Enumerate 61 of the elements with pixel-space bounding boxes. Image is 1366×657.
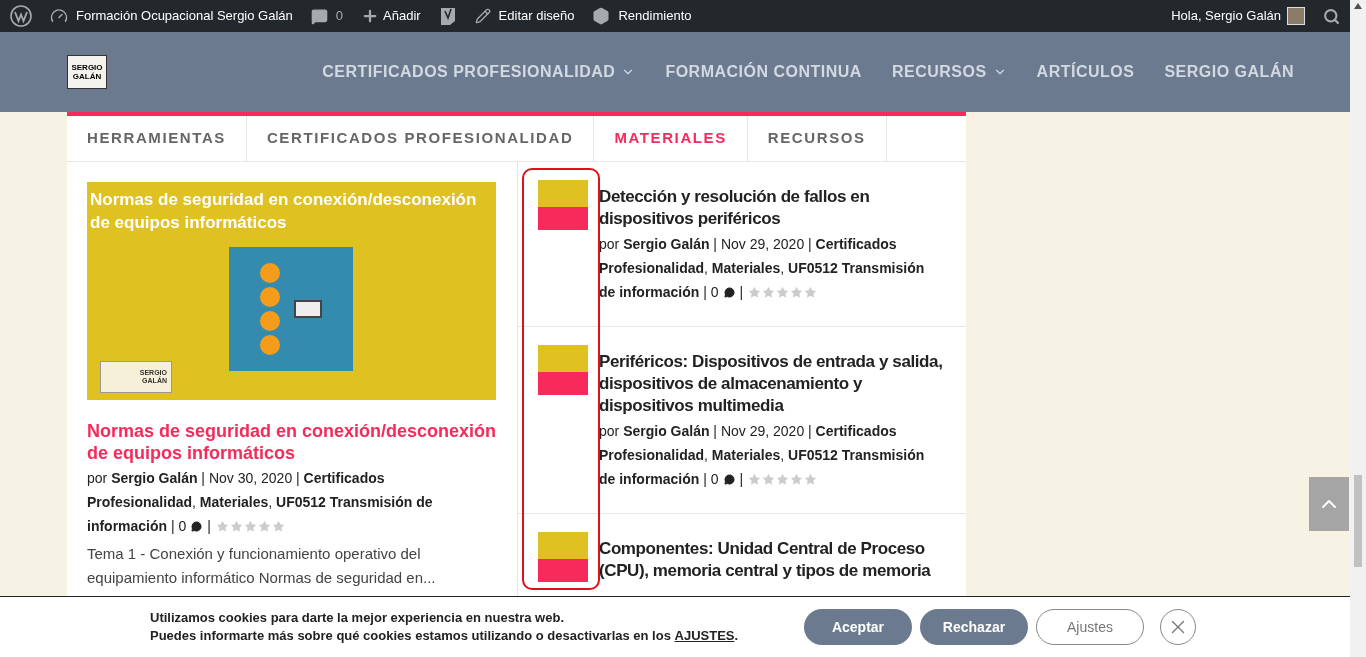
edit-design-link[interactable]: Editar diseño <box>474 6 575 26</box>
new-content-link[interactable]: Añadir <box>361 6 421 26</box>
avatar-placeholder[interactable] <box>1287 7 1305 25</box>
category-tab[interactable]: HERRAMIENTAS <box>67 116 247 161</box>
scrollbar[interactable] <box>1350 0 1366 657</box>
dashboard-gauge-icon <box>50 7 68 25</box>
thumbnail-image[interactable] <box>538 345 588 395</box>
meta-separator: | <box>739 283 744 302</box>
scrollbar-thumb[interactable] <box>1354 475 1362 567</box>
nav-link[interactable]: ARTÍCULOS <box>1036 60 1135 84</box>
search-icon[interactable] <box>1323 7 1340 25</box>
post-meta: información | 0 <box>87 517 187 536</box>
category-tab[interactable]: RECURSOS <box>747 116 887 161</box>
comment-icon <box>723 286 735 298</box>
pencil-icon <box>474 8 491 24</box>
featured-post-title[interactable]: Normas de seguridad en conexión/desconexión de equipos informáticos <box>87 420 497 464</box>
post-excerpt: Tema 1 - Conexión y funcionamiento operativo del equipamiento informático Normas de seguridad en... <box>87 544 437 588</box>
post-title[interactable]: Periféricos: Dispositivos de entrada y salida, dispositivos de almacenamiento y dispositivos multimedia <box>599 351 946 417</box>
image-caption: Normas de seguridad en conexión/desconexión de equipos informáticos <box>90 189 478 234</box>
seo-plugin-icon[interactable] <box>438 6 457 26</box>
nav-link[interactable]: FORMACIÓN CONTINUA <box>665 60 862 84</box>
cookie-message: Puedes informarte más sobre qué cookies estamos utilizando o desactivarlas en los <box>150 627 672 645</box>
post-meta: Profesionalidad, Materiales, UF0512 Transmisión <box>599 446 925 465</box>
nav-link[interactable]: CERTIFICADOS PROFESIONALIDAD <box>322 60 636 84</box>
cookie-punctuation: . <box>734 627 739 645</box>
post-meta: por Sergio Galán | Nov 29, 2020 | Certificados <box>599 422 897 441</box>
site-logo[interactable]: SERGIO GALÁN <box>67 55 107 89</box>
nav-link[interactable]: SERGIO GALÁN <box>1164 60 1294 84</box>
post-meta: de información | 0 <box>599 283 719 302</box>
logo-text: SERGIO <box>71 63 103 72</box>
thumbnail-image[interactable] <box>538 532 588 582</box>
cube-icon <box>592 7 611 25</box>
post-meta: Profesionalidad, Materiales, UF0512 Transmisión de <box>87 493 433 512</box>
cookie-message: Utilizamos cookies para darte la mejor experiencia en nuestra web. <box>150 609 565 627</box>
wordpress-logo-icon[interactable] <box>10 5 32 27</box>
category-tab[interactable]: CERTIFICADOS PROFESIONALIDAD <box>246 116 595 161</box>
settings-link[interactable]: AJUSTES <box>674 627 735 645</box>
comments-link[interactable]: 0 <box>310 6 343 26</box>
comment-icon <box>191 520 203 532</box>
meta-separator: | <box>739 470 744 489</box>
post-meta: por Sergio Galán | Nov 30, 2020 | Certificados <box>87 469 385 488</box>
category-tab[interactable]: MATERIALES <box>594 116 748 161</box>
thumbnail-image[interactable] <box>538 180 588 230</box>
post-meta: por Sergio Galán | Nov 29, 2020 | Certificados <box>599 235 897 254</box>
greeting-text[interactable]: Hola, Sergio Galán <box>1171 6 1281 26</box>
comment-icon <box>310 7 328 25</box>
cookie-button[interactable]: Aceptar <box>804 609 912 645</box>
post-title[interactable]: Componentes: Unidad Central de Proceso (CPU), memoria central y tipos de memoria <box>599 538 946 582</box>
post-title[interactable]: Detección y resolución de fallos en dispositivos periféricos <box>599 186 946 230</box>
cookie-button[interactable]: Rechazar <box>920 609 1028 645</box>
meta-separator: | <box>207 517 211 536</box>
performance-link[interactable]: Rendimiento <box>592 6 692 26</box>
scroll-up-icon[interactable] <box>1354 3 1362 9</box>
logo-text: GALÁN <box>72 72 102 81</box>
post-meta: de información | 0 <box>599 470 719 489</box>
plus-icon <box>361 7 379 25</box>
nav-link[interactable]: RECURSOS <box>891 60 1007 84</box>
comment-icon <box>723 473 735 485</box>
cookie-button[interactable]: Ajustes <box>1036 609 1144 645</box>
post-meta: Profesionalidad, Materiales, UF0512 Transmisión <box>599 259 925 278</box>
site-name-link[interactable]: Formación Ocupacional Sergio Galán <box>50 6 293 26</box>
